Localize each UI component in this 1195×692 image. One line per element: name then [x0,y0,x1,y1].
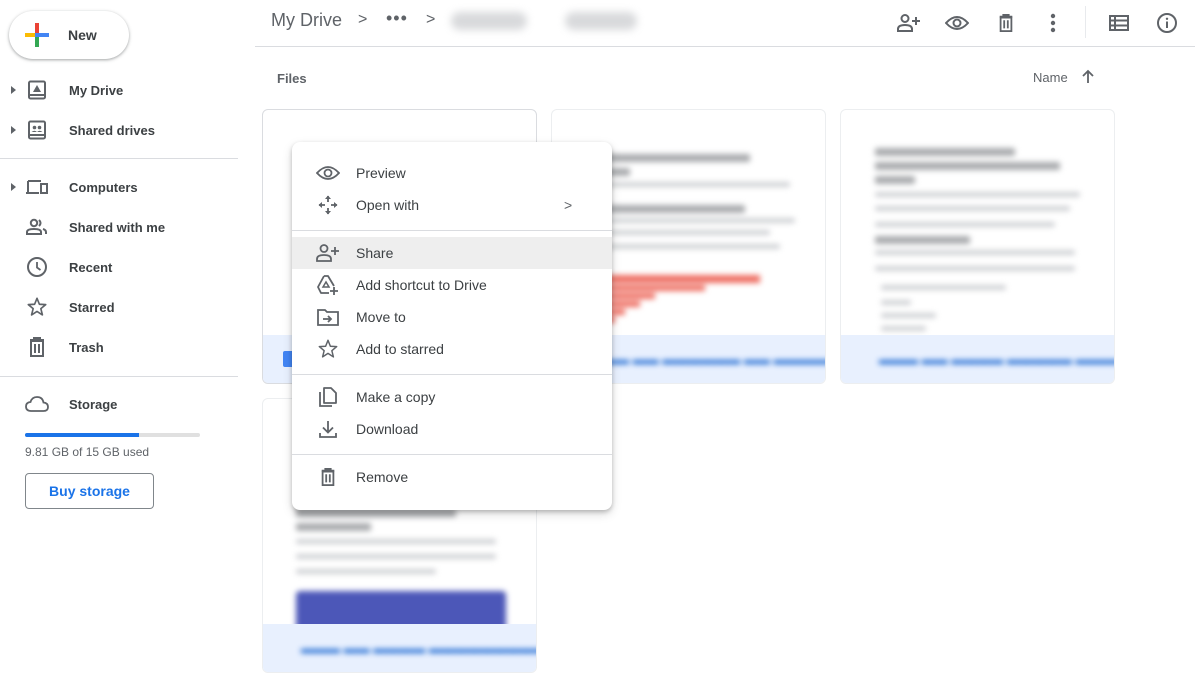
file-card-footer: ▬▬▬ ▬▬ ▬▬▬▬ ▬▬▬▬▬▬▬▬▬ ▬▬▬▬ [263,624,536,672]
my-drive-icon [25,78,49,102]
menu-item-label: Make a copy [356,389,436,405]
menu-item-label: Share [356,245,394,261]
breadcrumb-folder-blurred[interactable] [451,12,527,30]
storage-usage-text: 9.81 GB of 15 GB used [25,445,150,459]
sidebar-item-label: Starred [69,299,115,315]
new-button-label: New [68,27,97,43]
menu-divider [292,454,612,455]
sidebar-item-label: My Drive [69,82,124,98]
sidebar: New My Drive Shared drives Computers Sha… [0,0,255,692]
trash-icon[interactable] [994,11,1018,35]
info-icon[interactable] [1155,11,1179,35]
file-title-blurred: ▬▬▬ ▬▬ ▬▬▬▬▬▬ ▬▬ ▬▬▬▬▬ [590,351,826,367]
sidebar-item-shared-with-me[interactable]: Shared with me [0,207,238,247]
clock-icon [25,255,49,279]
storage-progress-fill [25,433,140,437]
sidebar-item-label: Recent [69,259,113,275]
menu-item-download[interactable]: Download [292,413,612,445]
shared-drives-icon [25,118,49,142]
sidebar-item-recent[interactable]: Recent [0,247,238,287]
menu-item-remove[interactable]: Remove [292,461,612,493]
submenu-chevron-icon: > [564,197,573,213]
menu-item-open-with[interactable]: Open with > [292,189,612,221]
menu-item-label: Remove [356,469,409,485]
file-title-blurred: ▬▬▬ ▬▬ ▬▬▬▬ ▬▬▬▬▬ ▬▬▬▬▬ [879,351,1115,367]
expand-arrow-icon[interactable] [11,86,16,94]
files-section-label: Files [277,71,307,86]
menu-item-add-shortcut[interactable]: Add shortcut to Drive [292,269,612,301]
expand-arrow-icon[interactable] [11,183,16,191]
buy-storage-button[interactable]: Buy storage [25,473,154,509]
menu-item-label: Move to [356,309,406,325]
menu-item-make-a-copy[interactable]: Make a copy [292,381,612,413]
cloud-icon [25,392,49,416]
file-card[interactable]: ▬▬▬ ▬▬ ▬▬▬▬ ▬▬▬▬▬ ▬▬▬▬▬ [840,109,1115,384]
toolbar-divider [1085,6,1086,38]
storage-progress-bar [25,433,200,437]
sidebar-item-label: Trash [69,339,104,355]
menu-item-label: Preview [356,165,406,181]
menu-item-move-to[interactable]: Move to [292,301,612,333]
copy-icon [316,385,340,409]
menu-item-share[interactable]: Share [292,237,612,269]
breadcrumb-separator: > [426,11,436,28]
breadcrumb-current-folder-blurred[interactable] [565,12,637,30]
star-icon [316,337,340,361]
file-card-footer: ▬▬▬ ▬▬ ▬▬▬▬ ▬▬▬▬▬ ▬▬▬▬▬ [841,335,1114,383]
eye-icon [316,161,340,185]
sidebar-item-computers[interactable]: Computers [0,167,238,207]
expand-arrow-icon[interactable] [11,126,16,134]
breadcrumb-separator: > [358,11,368,28]
trash-icon [316,465,340,489]
share-icon[interactable] [897,11,921,35]
sidebar-item-label: Shared drives [69,122,155,138]
breadcrumb-my-drive[interactable]: My Drive [271,10,342,31]
menu-item-label: Download [356,421,419,437]
menu-item-preview[interactable]: Preview [292,157,612,189]
menu-item-label: Add to starred [356,341,444,357]
more-vert-icon[interactable] [1041,11,1065,35]
menu-divider [292,374,612,375]
add-shortcut-icon [316,273,340,297]
sidebar-divider [0,376,238,377]
breadcrumb-more-button[interactable]: ••• [386,8,408,29]
sidebar-item-storage[interactable]: Storage [0,384,238,424]
share-icon [316,241,340,265]
sidebar-item-shared-drives[interactable]: Shared drives [0,110,238,150]
preview-icon[interactable] [945,11,969,35]
menu-item-label: Add shortcut to Drive [356,277,487,293]
menu-divider [292,230,612,231]
plus-icon [25,23,49,47]
shared-with-me-icon [25,215,49,239]
context-menu: Preview Open with > Share Add shortcut t… [292,142,612,510]
download-icon [316,417,340,441]
list-view-icon[interactable] [1107,11,1131,35]
star-icon [25,295,49,319]
move-to-icon [316,305,340,329]
sidebar-item-my-drive[interactable]: My Drive [0,70,238,110]
trash-icon [25,335,49,359]
file-title-blurred: ▬▬▬ ▬▬ ▬▬▬▬ ▬▬▬▬▬▬▬▬▬ ▬▬▬▬ [301,640,537,656]
computers-icon [25,175,49,199]
storage-label: Storage [69,396,118,412]
menu-item-label: Open with [356,197,420,213]
sidebar-item-label: Computers [69,179,138,195]
sort-by-name-button[interactable]: Name [1033,70,1068,85]
sidebar-divider [0,158,238,159]
sort-ascending-arrow-icon[interactable] [1079,68,1097,86]
sidebar-item-trash[interactable]: Trash [0,327,238,367]
sidebar-item-starred[interactable]: Starred [0,287,238,327]
new-button[interactable]: New [9,11,129,59]
menu-item-add-to-starred[interactable]: Add to starred [292,333,612,365]
open-with-icon [316,193,340,217]
sidebar-item-label: Shared with me [69,219,166,235]
top-bar: My Drive > ••• > [255,0,1195,47]
